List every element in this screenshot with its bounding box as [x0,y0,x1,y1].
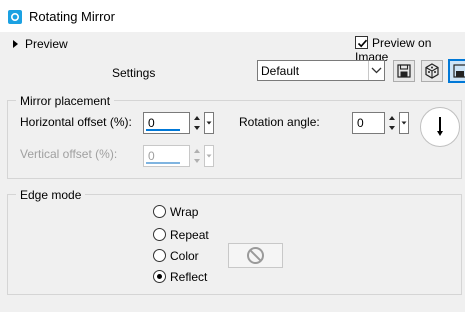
window-title: Rotating Mirror [29,9,115,24]
chevron-down-icon [206,154,212,158]
spin-up-down-icon [194,116,200,130]
radio-wrap-label: Wrap [170,205,199,219]
radio-button[interactable] [153,270,166,283]
radio-repeat-label: Repeat [170,228,209,242]
rotation-dial-pointer-icon [437,117,443,136]
vertical-offset-label: Vertical offset (%): [20,147,118,161]
radio-color[interactable]: Color [153,249,199,263]
rotation-angle-input[interactable]: 0 [352,112,385,134]
rotation-angle-value: 0 [357,116,364,130]
chevron-down-icon[interactable] [368,61,384,80]
horizontal-offset-spinner[interactable]: 0 [143,112,215,134]
preview-label: Preview [25,37,68,51]
spin-up-down-icon [194,149,200,163]
radio-button[interactable] [153,228,166,241]
radio-button[interactable] [153,205,166,218]
randomize-icon [425,63,439,79]
load-preset-icon [453,64,465,78]
preset-value: Default [261,64,300,78]
horizontal-offset-label: Horizontal offset (%): [20,115,132,129]
spin-up-down-icon [389,116,395,130]
radio-button[interactable] [153,249,166,262]
radio-reflect[interactable]: Reflect [153,270,207,284]
slider-dropdown-button[interactable] [204,145,214,167]
vertical-offset-value: 0 [148,149,155,163]
save-preset-button[interactable] [393,60,415,82]
slider-dropdown-button[interactable] [204,112,214,134]
spin-buttons[interactable] [191,112,203,134]
checkbox-box[interactable] [355,36,368,49]
vertical-offset-spinner[interactable]: 0 [143,145,215,167]
spin-buttons[interactable] [386,112,398,134]
radio-repeat[interactable]: Repeat [153,228,209,242]
radio-color-label: Color [170,249,199,263]
save-preset-icon [397,64,411,78]
triangle-right-icon [13,40,18,48]
vertical-offset-input[interactable]: 0 [143,145,190,167]
horizontal-offset-input[interactable]: 0 [143,112,190,134]
preview-expander[interactable]: Preview [13,37,68,51]
horizontal-offset-value: 0 [148,116,155,130]
spin-buttons[interactable] [191,145,203,167]
radio-reflect-label: Reflect [170,270,208,284]
edge-color-button[interactable] [228,243,283,268]
chevron-down-icon [206,121,212,125]
mirror-placement-title: Mirror placement [16,94,115,108]
edge-mode-title: Edge mode [16,188,86,202]
randomize-button[interactable] [421,60,443,82]
chevron-down-icon [401,121,407,125]
app-icon [8,10,22,24]
radio-wrap[interactable]: Wrap [153,205,198,219]
settings-label: Settings [112,66,156,80]
load-preset-button[interactable] [448,59,465,83]
rotation-angle-label: Rotation angle: [239,115,320,129]
no-color-icon [247,247,264,264]
rotation-angle-spinner[interactable]: 0 [352,112,410,134]
slider-dropdown-button[interactable] [399,112,409,134]
preset-dropdown[interactable]: Default [257,60,385,81]
checkmark-icon [357,39,368,48]
value-slider-bar[interactable] [146,129,180,131]
rotation-dial[interactable] [420,107,460,147]
value-slider-bar[interactable] [146,162,180,164]
